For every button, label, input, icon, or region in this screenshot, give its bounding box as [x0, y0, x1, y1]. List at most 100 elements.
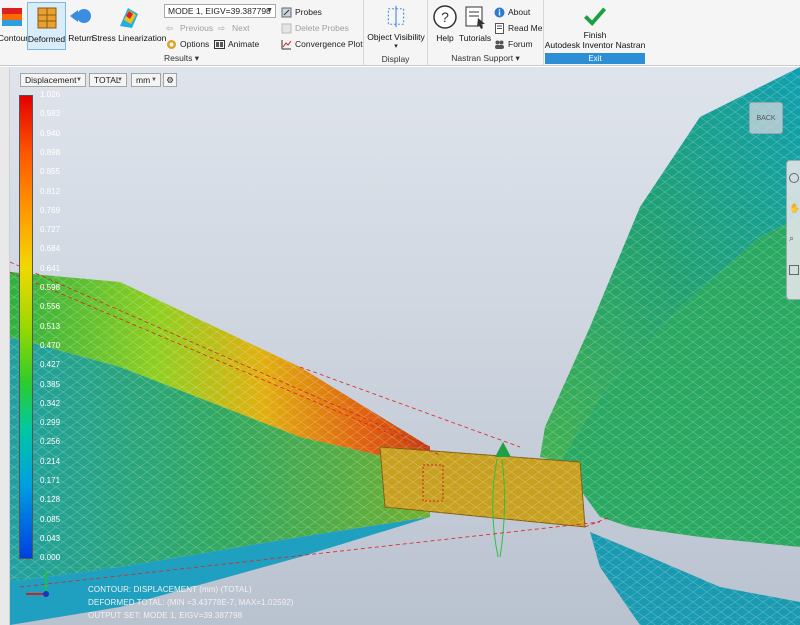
read-me-label: Read Me [508, 23, 543, 33]
about-label: About [508, 7, 531, 17]
legend-value: 0.684 [40, 244, 61, 254]
users-icon [495, 40, 504, 49]
info-icon [494, 7, 505, 17]
next-button[interactable]: ⇨ Next [218, 21, 249, 35]
deformed-info-line: DEFORMED TOTAL: (MIN =3.43778E-7, MAX=1.… [88, 598, 294, 607]
stress-linearization-icon [120, 8, 138, 28]
delete-probes-button[interactable]: Delete Probes [281, 21, 349, 35]
legend-value: 1.026 [40, 90, 61, 99]
finish-label-line2: Autodesk Inventor Nastran [544, 40, 646, 50]
legend-value: 0.085 [40, 514, 61, 524]
chevron-down-icon: ▾ [194, 53, 199, 63]
legend-value: 0.727 [40, 225, 61, 235]
legend-value: 0.898 [40, 147, 61, 157]
deformed-label: Deformed [27, 34, 66, 44]
chevron-down-icon: ▾ [394, 43, 398, 50]
left-edge-strip [0, 67, 10, 625]
zoom-icon[interactable]: ⌕ [789, 233, 799, 245]
help-label: Help [436, 33, 454, 43]
nastran-support-title: Nastran Support [451, 53, 514, 63]
navigation-bar[interactable]: ✋ ⌕ [786, 160, 800, 300]
document-icon [495, 22, 504, 34]
legend-value: 0.556 [40, 302, 61, 312]
contour-icon [2, 8, 22, 26]
animate-button[interactable]: Animate [214, 37, 259, 51]
next-label: Next [232, 23, 250, 33]
previous-button[interactable]: ⇦ Previous [166, 21, 213, 35]
chevron-down-icon: ▼ [151, 77, 157, 83]
object-visibility-icon [387, 5, 405, 28]
finish-button[interactable]: Finish Autodesk Inventor Nastran [545, 2, 645, 50]
options-button[interactable]: Options [166, 37, 209, 51]
view-cube-icon[interactable] [789, 265, 799, 275]
legend-value: 0.256 [40, 437, 61, 447]
legend-value: 0.470 [40, 340, 61, 350]
help-icon: ? [433, 5, 457, 29]
component-dropdown[interactable]: TOTAL ▼ [89, 73, 127, 87]
ribbon: Contour Deformed Return Stress Lineariza… [0, 0, 800, 66]
arrow-left-icon: ⇦ [166, 22, 174, 33]
probes-label: Probes [295, 7, 322, 17]
nastran-support-panel: ? Help Tutorials About Read Me Forum Nas… [428, 0, 544, 66]
mode-select-value: MODE 1, EIGV=39.387798 [168, 6, 271, 16]
legend-value: 0.000 [40, 553, 61, 563]
chevron-down-icon: ▼ [266, 7, 273, 14]
return-label: Return [68, 33, 94, 43]
chevron-down-icon: ▼ [76, 77, 82, 83]
forum-label: Forum [508, 39, 533, 49]
arrow-right-icon: ⇨ [218, 22, 226, 33]
orbit-icon[interactable] [789, 173, 799, 183]
return-arrow-icon [70, 9, 91, 23]
output-set-line: OUTPUT SET: MODE 1, EIGV=39.387798 [88, 611, 243, 620]
result-type-value: Displacement [25, 75, 77, 85]
help-button[interactable]: ? Help [432, 2, 458, 50]
deformed-icon [37, 7, 56, 29]
delete-probes-label: Delete Probes [295, 23, 349, 33]
tutorials-button[interactable]: Tutorials [459, 2, 491, 50]
probes-button[interactable]: Probes [281, 5, 322, 19]
convergence-plot-icon [281, 39, 292, 49]
contour-info-line: CONTOUR: DISPLACEMENT (mm) (TOTAL) [88, 585, 252, 594]
back-view-button[interactable]: BACK [749, 102, 783, 134]
finish-label-line1: Finish [583, 30, 607, 40]
stress-linearization-button[interactable]: Stress Linearization [92, 2, 166, 50]
contour-button[interactable]: Contour [0, 2, 29, 50]
legend-value: 0.769 [40, 205, 61, 215]
graphics-viewport[interactable]: BACK ✋ ⌕ [0, 67, 800, 625]
tutorials-icon [465, 6, 485, 29]
nastran-support-panel-label[interactable]: Nastran Support ▾ [428, 53, 543, 64]
chevron-down-icon: ▾ [515, 53, 520, 63]
legend-value: 0.598 [40, 283, 61, 292]
convergence-plot-label: Convergence Plot [295, 39, 363, 49]
results-panel-label[interactable]: Results ▾ [0, 53, 363, 64]
mode-select[interactable]: MODE 1, EIGV=39.387798 ▼ [164, 4, 276, 18]
legend-value: 0.513 [40, 321, 61, 331]
convergence-plot-button[interactable]: Convergence Plot [281, 37, 363, 51]
animate-icon [214, 39, 225, 49]
legend-value: 0.214 [40, 456, 61, 466]
legend-value: 0.940 [40, 128, 61, 138]
options-icon [167, 39, 176, 49]
contour-label: Contour [0, 33, 29, 43]
svg-text:?: ? [441, 9, 449, 25]
read-me-button[interactable]: Read Me [494, 21, 543, 35]
forum-button[interactable]: Forum [494, 37, 533, 51]
object-visibility-button[interactable]: Object Visibility ▾ [366, 2, 426, 50]
units-value: mm [136, 75, 151, 85]
legend-settings-button[interactable]: ⚙ [163, 73, 177, 87]
result-type-dropdown[interactable]: Displacement ▼ [20, 73, 86, 87]
previous-label: Previous [180, 23, 214, 33]
units-dropdown[interactable]: mm ▼ [131, 73, 161, 87]
checkmark-icon [584, 7, 607, 27]
legend-value: 0.043 [40, 533, 61, 543]
legend-value: 0.855 [40, 167, 61, 177]
about-button[interactable]: About [494, 5, 530, 19]
legend-value: 0.171 [40, 476, 61, 485]
delete-probes-icon [281, 23, 292, 33]
legend-value: 0.427 [40, 360, 61, 370]
pan-hand-icon[interactable]: ✋ [789, 203, 800, 215]
stress-linearization-label: Stress Linearization [91, 33, 167, 43]
display-panel-label: Display [381, 54, 410, 64]
contour-legend-bar [19, 95, 33, 559]
deformed-button[interactable]: Deformed [27, 2, 66, 50]
